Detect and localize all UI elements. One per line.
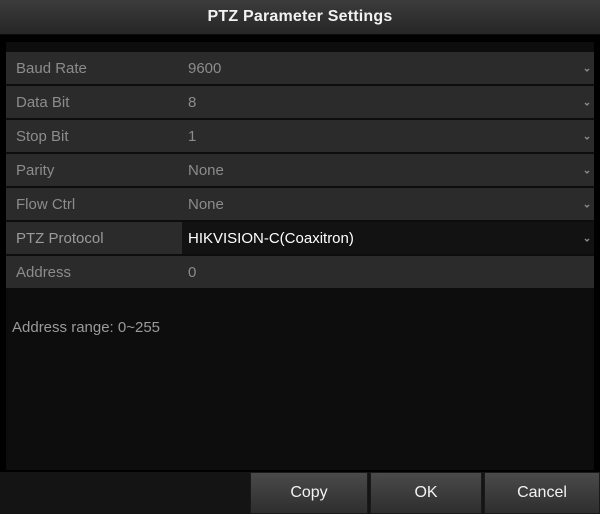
- ok-button[interactable]: OK: [370, 472, 482, 514]
- title-bar: PTZ Parameter Settings: [0, 0, 600, 35]
- address-input[interactable]: 0: [182, 256, 594, 288]
- chevron-down-icon: [584, 68, 590, 72]
- parity-value: None: [188, 161, 224, 179]
- dialog-title: PTZ Parameter Settings: [207, 8, 393, 25]
- chevron-down-icon: [584, 238, 590, 242]
- data-bit-select[interactable]: 8: [182, 86, 594, 118]
- ptz-protocol-label: PTZ Protocol: [16, 229, 104, 247]
- stop-bit-value: 1: [188, 127, 197, 145]
- chevron-down-icon: [584, 136, 590, 140]
- ptz-protocol-value: HIKVISION-C(Coaxitron): [188, 229, 354, 247]
- ptz-protocol-select[interactable]: HIKVISION-C(Coaxitron): [182, 222, 594, 254]
- baud-rate-value: 9600: [188, 59, 222, 77]
- flow-ctrl-row: Flow Ctrl None: [6, 188, 594, 220]
- copy-button[interactable]: Copy: [250, 472, 368, 514]
- settings-panel: Baud Rate 9600 Data Bit 8 Stop Bit 1 Par…: [6, 42, 594, 470]
- address-range-hint: Address range: 0~255: [12, 319, 161, 336]
- data-bit-label: Data Bit: [16, 93, 70, 111]
- parity-row: Parity None: [6, 154, 594, 186]
- baud-rate-label: Baud Rate: [16, 59, 87, 77]
- button-bar: Copy OK Cancel: [0, 472, 600, 514]
- chevron-down-icon: [584, 170, 590, 174]
- stop-bit-label: Stop Bit: [16, 127, 69, 145]
- stop-bit-row: Stop Bit 1: [6, 120, 594, 152]
- chevron-down-icon: [584, 102, 590, 106]
- flow-ctrl-label: Flow Ctrl: [16, 195, 76, 213]
- chevron-down-icon: [584, 204, 590, 208]
- ptz-protocol-row: PTZ Protocol HIKVISION-C(Coaxitron): [6, 222, 594, 254]
- cancel-button[interactable]: Cancel: [484, 472, 600, 514]
- parity-label: Parity: [16, 161, 55, 179]
- flow-ctrl-value: None: [188, 195, 224, 213]
- ptz-parameter-settings-dialog: PTZ Parameter Settings Baud Rate 9600 Da…: [0, 0, 600, 514]
- baud-rate-row: Baud Rate 9600: [6, 52, 594, 84]
- address-label: Address: [16, 263, 72, 281]
- address-row: Address 0: [6, 256, 594, 288]
- data-bit-value: 8: [188, 93, 197, 111]
- data-bit-row: Data Bit 8: [6, 86, 594, 118]
- stop-bit-select[interactable]: 1: [182, 120, 594, 152]
- address-value: 0: [188, 263, 197, 281]
- baud-rate-select[interactable]: 9600: [182, 52, 594, 84]
- flow-ctrl-select[interactable]: None: [182, 188, 594, 220]
- parity-select[interactable]: None: [182, 154, 594, 186]
